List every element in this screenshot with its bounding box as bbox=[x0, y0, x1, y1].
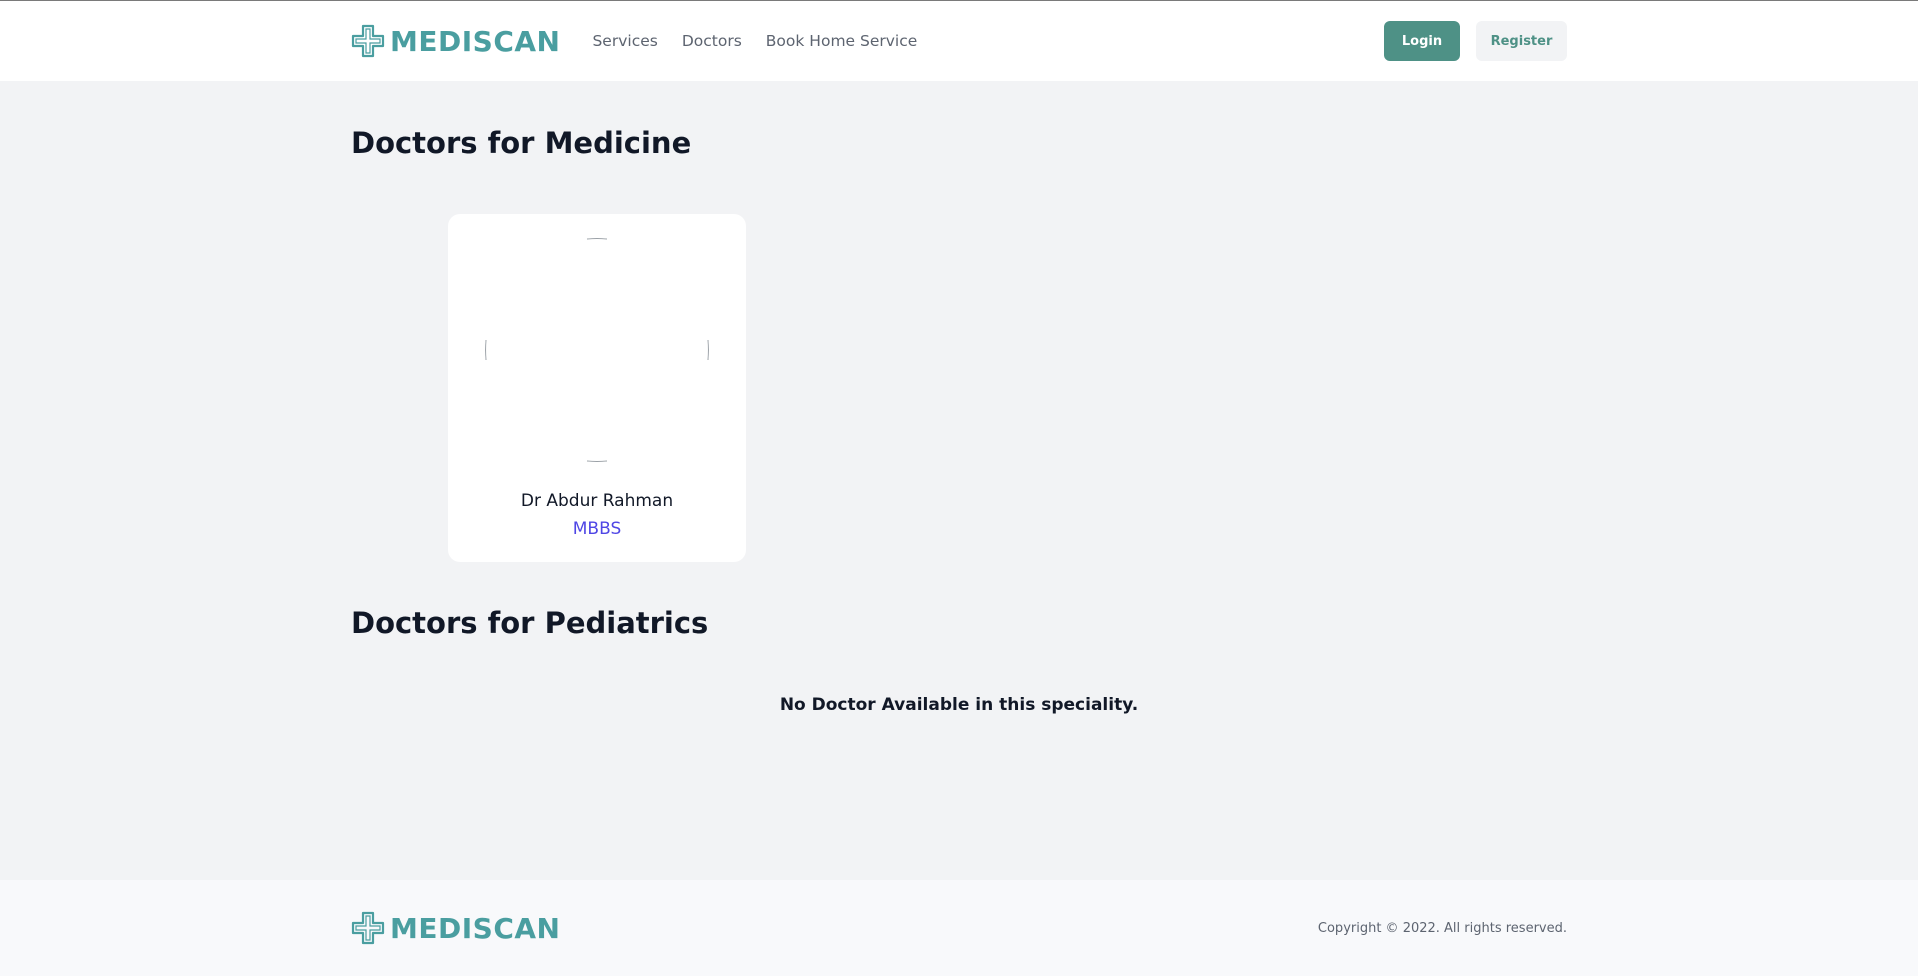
footer-container: MEDISCAN Copyright © 2022. All rights re… bbox=[351, 880, 1567, 976]
footer-brand-logo[interactable]: MEDISCAN bbox=[351, 911, 560, 945]
brand-name: MEDISCAN bbox=[390, 24, 561, 58]
section-title-medicine: Doctors for Medicine bbox=[351, 126, 692, 160]
doctor-photo bbox=[485, 238, 709, 462]
medical-cross-icon bbox=[351, 911, 385, 945]
register-button[interactable]: Register bbox=[1476, 21, 1567, 61]
footer-brand-name: MEDISCAN bbox=[390, 911, 561, 945]
nav-link-doctors[interactable]: Doctors bbox=[682, 32, 742, 50]
doctor-card[interactable]: Dr Abdur Rahman MBBS bbox=[448, 214, 746, 562]
nav-link-services[interactable]: Services bbox=[592, 32, 657, 50]
no-doctor-message: No Doctor Available in this speciality. bbox=[779, 695, 1139, 715]
brand-logo[interactable]: MEDISCAN bbox=[351, 24, 560, 58]
header-container: MEDISCAN Services Doctors Book Home Serv… bbox=[351, 1, 1567, 81]
main-nav: Services Doctors Book Home Service bbox=[592, 32, 941, 50]
nav-link-book-home-service[interactable]: Book Home Service bbox=[766, 32, 918, 50]
header-actions: Login Register bbox=[1384, 21, 1567, 61]
doctor-degree: MBBS bbox=[572, 519, 622, 539]
medical-cross-icon bbox=[351, 24, 385, 58]
login-button[interactable]: Login bbox=[1384, 21, 1460, 61]
doctor-name: Dr Abdur Rahman bbox=[520, 491, 674, 511]
main-content: Doctors for Medicine Dr Abdur Rahman MBB… bbox=[0, 81, 1918, 881]
copyright-text: Copyright © 2022. All rights reserved. bbox=[1317, 920, 1567, 936]
site-header: MEDISCAN Services Doctors Book Home Serv… bbox=[0, 1, 1918, 81]
section-title-pediatrics: Doctors for Pediatrics bbox=[351, 606, 709, 640]
site-footer: MEDISCAN Copyright © 2022. All rights re… bbox=[0, 880, 1918, 976]
